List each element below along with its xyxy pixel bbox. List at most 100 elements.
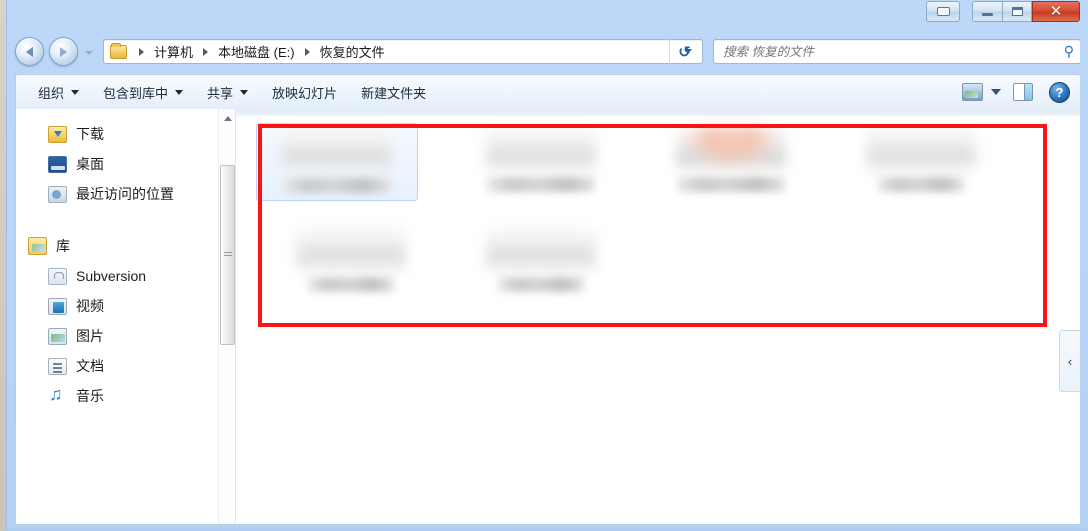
sidebar-item-label: 桌面 — [76, 156, 104, 172]
view-layout-icon[interactable] — [962, 83, 983, 101]
search-box[interactable]: ⚲ — [713, 39, 1081, 64]
file-name-label — [878, 177, 964, 192]
window-bottom-edge — [7, 525, 1088, 531]
sidebar-item-videos[interactable]: 视频 — [16, 291, 235, 321]
sidebar-item-desktop[interactable]: 桌面 — [16, 149, 235, 179]
window-body: 下载 桌面 最近访问的位置 库 Subversion 视频 图片 文档 ♫ 音乐 — [15, 109, 1081, 525]
sidebar-item-documents[interactable]: 文档 — [16, 351, 235, 381]
breadcrumb-separator-icon — [139, 47, 144, 56]
sidebar-item-label: 视频 — [76, 298, 104, 314]
window-right-edge — [1080, 0, 1088, 531]
file-item[interactable] — [636, 123, 826, 223]
sidebar-item-pictures[interactable]: 图片 — [16, 321, 235, 351]
toolbar-slideshow-button[interactable]: 放映幻灯片 — [260, 79, 349, 106]
sidebar-item-recent-places[interactable]: 最近访问的位置 — [16, 179, 235, 209]
toolbar-organize-button[interactable]: 组织 — [26, 79, 91, 106]
toolbar-new-folder-button[interactable]: 新建文件夹 — [349, 79, 438, 106]
file-thumbnail — [282, 128, 392, 174]
chevron-down-icon[interactable] — [991, 89, 1001, 95]
toolbar-new-folder-label: 新建文件夹 — [361, 85, 427, 101]
maximize-icon — [1011, 7, 1023, 16]
caption-buttons: ✕ — [926, 1, 1080, 23]
file-name-label — [498, 277, 584, 292]
sidebar-item-libraries[interactable]: 库 — [16, 231, 235, 261]
recent-places-icon — [48, 185, 67, 203]
recent-locations-icon[interactable] — [85, 51, 93, 55]
preview-pane-left — [1014, 84, 1025, 100]
file-name-label — [308, 277, 394, 292]
sidebar-list: 下载 桌面 最近访问的位置 库 Subversion 视频 图片 文档 ♫ 音乐 — [16, 109, 235, 411]
file-name-label — [283, 178, 391, 193]
chevron-down-icon — [175, 89, 184, 95]
folder-icon — [110, 42, 127, 59]
command-toolbar: 组织 包含到库中 共享 放映幻灯片 新建文件夹 ? — [15, 74, 1081, 109]
back-arrow-icon — [26, 46, 33, 57]
chevron-down-icon — [71, 89, 80, 95]
pictures-icon — [48, 327, 67, 345]
preview-pane-right — [1024, 84, 1032, 100]
video-icon — [48, 297, 67, 315]
scroll-up-icon[interactable] — [219, 109, 235, 127]
file-list-pane[interactable] — [236, 109, 1080, 524]
file-item[interactable] — [446, 223, 636, 323]
sidebar-item-label: 最近访问的位置 — [76, 186, 174, 202]
file-name-label — [677, 177, 785, 192]
search-input[interactable] — [723, 44, 1064, 59]
file-item[interactable] — [826, 123, 1016, 223]
ribbon-toggle-icon — [936, 7, 950, 16]
preview-pane-icon[interactable] — [1013, 83, 1033, 101]
file-item[interactable] — [446, 123, 636, 223]
minimize-button[interactable] — [972, 1, 1002, 22]
address-bar[interactable]: 计算机 本地磁盘 (E:) 恢复的文件 — [103, 39, 703, 64]
toolbar-right-group: ? — [962, 81, 1080, 103]
file-thumbnail — [676, 127, 786, 173]
file-item[interactable] — [256, 223, 446, 323]
music-icon — [48, 384, 67, 405]
sidebar-item-label: Subversion — [76, 268, 147, 284]
forward-arrow-icon — [60, 46, 67, 57]
sidebar-scrollbar[interactable] — [218, 109, 235, 524]
ribbon-toggle-button[interactable] — [926, 1, 960, 22]
sidebar-item-subversion[interactable]: Subversion — [16, 261, 235, 291]
preview-pane-expander[interactable]: ‹ — [1059, 330, 1080, 392]
library-icon — [28, 237, 47, 255]
breadcrumb-item-folder[interactable]: 恢复的文件 — [318, 41, 387, 62]
desktop-icon — [48, 155, 67, 173]
scrollbar-thumb[interactable] — [220, 165, 235, 345]
maximize-button[interactable] — [1002, 1, 1032, 22]
file-thumbnail — [486, 227, 596, 273]
documents-icon — [48, 357, 67, 375]
forward-button[interactable] — [49, 37, 78, 66]
minimize-icon — [982, 13, 993, 16]
close-button[interactable]: ✕ — [1032, 1, 1080, 22]
file-thumbnail — [486, 127, 596, 173]
refresh-button[interactable]: ↺ — [669, 39, 699, 64]
breadcrumb-item-drive[interactable]: 本地磁盘 (E:) — [216, 41, 297, 62]
title-bar: ✕ — [7, 0, 1088, 30]
subversion-icon — [48, 267, 67, 285]
toolbar-organize-label: 组织 — [38, 85, 65, 101]
breadcrumb-separator-icon — [304, 47, 310, 56]
file-item[interactable] — [256, 123, 418, 201]
sidebar-item-label: 文档 — [76, 358, 104, 374]
sidebar-item-downloads[interactable]: 下载 — [16, 119, 235, 149]
close-icon: ✕ — [1049, 3, 1063, 20]
toolbar-include-in-library-label: 包含到库中 — [103, 85, 169, 101]
back-button[interactable] — [15, 37, 44, 66]
file-name-label — [487, 177, 595, 192]
toolbar-include-in-library-button[interactable]: 包含到库中 — [91, 79, 195, 106]
breadcrumb-item-computer[interactable]: 计算机 — [152, 41, 195, 62]
file-thumbnail — [296, 227, 406, 273]
downloads-icon — [48, 125, 67, 143]
sidebar-item-label: 音乐 — [76, 388, 104, 404]
file-grid — [256, 123, 1070, 323]
toolbar-share-label: 共享 — [207, 85, 234, 101]
toolbar-slideshow-label: 放映幻灯片 — [272, 85, 338, 101]
toolbar-share-button[interactable]: 共享 — [195, 79, 260, 106]
navigation-pane: 下载 桌面 最近访问的位置 库 Subversion 视频 图片 文档 ♫ 音乐 — [16, 109, 236, 524]
sidebar-item-music[interactable]: 音乐 — [16, 381, 235, 411]
sidebar-item-label: 图片 — [76, 328, 104, 344]
search-icon[interactable]: ⚲ — [1064, 43, 1074, 60]
breadcrumb-separator-icon — [203, 47, 209, 56]
help-icon[interactable]: ? — [1049, 81, 1070, 103]
